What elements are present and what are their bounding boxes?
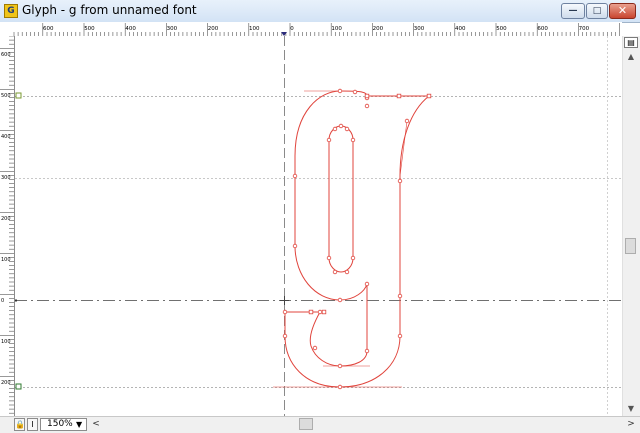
curve-node[interactable] bbox=[337, 384, 343, 390]
glyph-outer-contour[interactable] bbox=[284, 90, 431, 388]
curve-node[interactable] bbox=[397, 293, 403, 299]
hruler-label: 400 bbox=[125, 26, 136, 32]
vertical-ruler-ticks: 6005004003002001000100200300 bbox=[0, 35, 14, 427]
vertical-scroll-thumb[interactable] bbox=[625, 238, 636, 254]
chevron-down-icon[interactable]: ▼ bbox=[76, 419, 82, 430]
horizontal-scroll-thumb[interactable] bbox=[299, 418, 313, 430]
zoom-dropdown[interactable]: 150% ▼ bbox=[40, 418, 87, 431]
vruler-label: 200 bbox=[1, 380, 11, 386]
maximize-button[interactable]: □ bbox=[586, 3, 608, 19]
curve-node[interactable] bbox=[332, 126, 338, 132]
descender-marker[interactable] bbox=[15, 383, 22, 390]
curve-node[interactable] bbox=[317, 309, 323, 315]
scroll-up-arrow-icon[interactable]: ▲ bbox=[624, 52, 638, 64]
curve-node[interactable] bbox=[292, 173, 298, 179]
curve-node[interactable] bbox=[337, 297, 343, 303]
scroll-right-arrow-icon[interactable]: > bbox=[624, 418, 638, 431]
hruler-label: 700 bbox=[579, 26, 590, 32]
vruler-label: 300 bbox=[1, 175, 11, 181]
outline-nodes bbox=[282, 88, 432, 390]
title-bar[interactable]: G Glyph - g from unnamed font — □ ✕ bbox=[0, 0, 640, 23]
hruler-label: 200 bbox=[373, 26, 384, 32]
scroll-down-arrow-icon[interactable]: ▼ bbox=[624, 404, 638, 416]
vruler-label: 0 bbox=[1, 298, 4, 304]
vertical-scrollbar[interactable] bbox=[622, 36, 640, 416]
horizontal-ruler[interactable]: 600 500 400 300 200 100 0 100 200 300 400 500 600 700 bbox=[0, 22, 622, 37]
vruler-label: 500 bbox=[1, 93, 11, 99]
hruler-label: 100 bbox=[249, 26, 260, 32]
curve-node[interactable] bbox=[344, 269, 350, 275]
ascender-marker[interactable] bbox=[15, 92, 22, 99]
curve-node[interactable] bbox=[352, 89, 358, 95]
curve-node[interactable] bbox=[338, 123, 344, 129]
window-title: Glyph - g from unnamed font bbox=[22, 3, 197, 17]
glyph-editor-window: G Glyph - g from unnamed font — □ ✕ 600 5… bbox=[0, 0, 640, 433]
curve-node[interactable] bbox=[397, 333, 403, 339]
corner-node[interactable] bbox=[426, 93, 432, 99]
hruler-label: 600 bbox=[43, 26, 54, 32]
corner-node[interactable] bbox=[396, 93, 402, 99]
origin-crosshair-icon bbox=[280, 296, 289, 305]
curve-node[interactable] bbox=[326, 137, 332, 143]
lock-icon[interactable]: 🔒 bbox=[14, 418, 25, 431]
scroll-left-arrow-icon[interactable]: < bbox=[90, 418, 102, 431]
hruler-label: 0 bbox=[290, 26, 294, 32]
hruler-label: 200 bbox=[208, 26, 219, 32]
hruler-label: 500 bbox=[496, 26, 507, 32]
vruler-label: 600 bbox=[1, 52, 11, 58]
curve-node[interactable] bbox=[397, 178, 403, 184]
corner-node[interactable] bbox=[364, 93, 370, 99]
vruler-label: 200 bbox=[1, 216, 11, 222]
curve-node[interactable] bbox=[350, 255, 356, 261]
hruler-label: 400 bbox=[455, 26, 466, 32]
corner-node[interactable] bbox=[321, 309, 327, 315]
hruler-label: 300 bbox=[414, 26, 425, 32]
curve-node[interactable] bbox=[350, 137, 356, 143]
curve-node[interactable] bbox=[337, 363, 343, 369]
curve-node[interactable] bbox=[282, 333, 288, 339]
vruler-label: 100 bbox=[1, 339, 11, 345]
vruler-label: 400 bbox=[1, 134, 11, 140]
curve-node[interactable] bbox=[344, 126, 350, 132]
layers-toggle-button[interactable]: ▤ bbox=[624, 37, 638, 48]
info-button[interactable]: I bbox=[27, 418, 38, 431]
curve-node[interactable] bbox=[292, 243, 298, 249]
curve-node[interactable] bbox=[282, 309, 288, 315]
curve-node[interactable] bbox=[337, 88, 343, 94]
horizontal-scroll-track[interactable] bbox=[104, 418, 624, 431]
hruler-label: 300 bbox=[167, 26, 178, 32]
curve-node[interactable] bbox=[332, 269, 338, 275]
vertical-ruler[interactable]: 6005004003002001000100200300 bbox=[0, 35, 15, 427]
vruler-label: 100 bbox=[1, 257, 11, 263]
hruler-label: 100 bbox=[331, 26, 342, 32]
curve-node[interactable] bbox=[404, 118, 410, 124]
horizontal-ruler-ticks: 600 500 400 300 200 100 0 100 200 300 400 500 600 700 bbox=[13, 23, 620, 37]
curve-node[interactable] bbox=[364, 281, 370, 287]
curve-node[interactable] bbox=[364, 348, 370, 354]
zoom-value: 150% bbox=[47, 419, 73, 429]
curve-node[interactable] bbox=[312, 345, 318, 351]
corner-node[interactable] bbox=[308, 309, 314, 315]
glyph-canvas[interactable] bbox=[15, 36, 622, 416]
minimize-button[interactable]: — bbox=[561, 3, 585, 19]
hruler-label: 600 bbox=[537, 26, 548, 32]
glyph-inner-counter[interactable] bbox=[328, 125, 354, 273]
hruler-label: 500 bbox=[84, 26, 95, 32]
curve-node[interactable] bbox=[364, 103, 370, 109]
curve-node[interactable] bbox=[326, 255, 332, 261]
close-button[interactable]: ✕ bbox=[609, 3, 636, 19]
glyph-drawing[interactable] bbox=[15, 36, 622, 416]
app-icon: G bbox=[4, 4, 18, 18]
